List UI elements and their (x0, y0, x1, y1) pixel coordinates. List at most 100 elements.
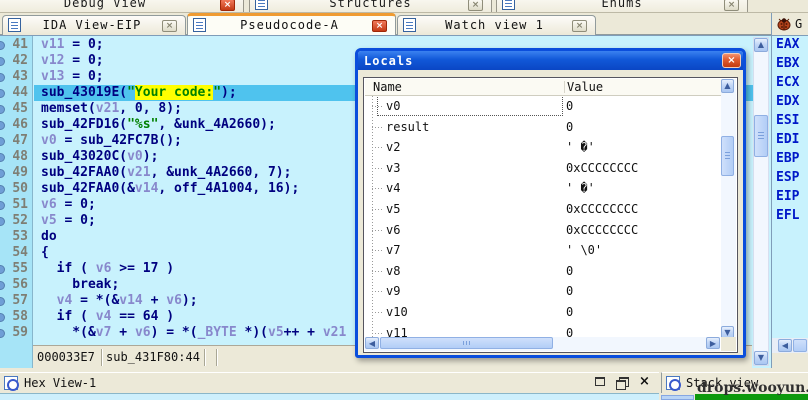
line-number: 41 (12, 37, 28, 52)
local-value: 0 (566, 99, 574, 113)
local-value: 0 (566, 120, 574, 134)
register-esp[interactable]: ESP (776, 169, 799, 187)
close-icon[interactable]: × (572, 20, 587, 32)
locals-row-v0[interactable]: v0 0 (365, 96, 720, 116)
code-token: , &unk_4A2660); (158, 117, 276, 132)
tab-ida-view-eip[interactable]: IDA View-EIP × (2, 15, 186, 35)
breakpoint-dot[interactable] (0, 313, 5, 322)
code-token: , 0, 8); (119, 101, 182, 116)
breakpoint-dot[interactable] (0, 169, 5, 178)
close-icon[interactable]: × (220, 0, 235, 11)
breakpoint-dot[interactable] (0, 41, 5, 50)
breakpoint-dot[interactable] (0, 89, 5, 98)
pseudocode-vscrollbar[interactable]: ▲ ▼ (753, 37, 769, 366)
scroll-right-arrow[interactable]: ▶ (706, 337, 720, 349)
register-esi[interactable]: ESI (776, 112, 799, 130)
column-divider[interactable] (564, 81, 565, 93)
breakpoint-dot[interactable] (0, 329, 5, 338)
code-token: ); (142, 149, 159, 164)
breakpoint-dot[interactable] (0, 105, 5, 114)
breakpoint-dot[interactable] (0, 265, 5, 274)
hex-view-icon (4, 376, 19, 391)
locals-row-v5[interactable]: v5 0xCCCCCCCC (365, 199, 720, 219)
breakpoint-dot[interactable] (0, 137, 5, 146)
stack-view-scrollbar-piece[interactable] (661, 395, 694, 400)
close-icon[interactable]: × (639, 375, 650, 388)
locals-row-result[interactable]: result 0 (365, 117, 720, 137)
locals-row-v7[interactable]: v7 ' \0' (365, 240, 720, 260)
gutter-row: 42 (0, 53, 33, 69)
close-icon[interactable]: × (162, 20, 177, 32)
code-token: v13 (41, 69, 65, 84)
scroll-left-arrow[interactable]: ◀ (365, 337, 379, 349)
general-registers-pane: G EAX EBX ECX EDX ESI EDI EBP ESP EIP EFL ◀ (771, 13, 808, 368)
line-number: 51 (12, 197, 28, 212)
register-ecx[interactable]: ECX (776, 74, 799, 92)
breakpoint-dot[interactable] (0, 121, 5, 130)
close-icon[interactable]: × (724, 0, 739, 11)
code-token: = sub_42FC7B(); (56, 133, 182, 148)
scroll-left-arrow[interactable]: ◀ (778, 339, 792, 352)
tree-stub (372, 271, 382, 272)
scrollbar-thumb[interactable] (793, 339, 807, 352)
scrollbar-thumb[interactable] (754, 115, 768, 157)
locals-row-v9[interactable]: v9 0 (365, 281, 720, 301)
locals-row-v8[interactable]: v8 0 (365, 261, 720, 281)
register-eax[interactable]: EAX (776, 36, 799, 54)
locals-vscrollbar[interactable]: ▲ ▼ (721, 79, 736, 340)
close-icon[interactable]: × (372, 20, 387, 32)
close-icon[interactable]: × (468, 0, 483, 11)
scroll-up-arrow[interactable]: ▲ (754, 38, 768, 52)
top-tab-structures[interactable]: Structures × (249, 0, 492, 12)
tree-stub (372, 250, 382, 251)
breakpoint-dot[interactable] (0, 185, 5, 194)
locals-row-v6[interactable]: v6 0xCCCCCCCC (365, 220, 720, 240)
scrollbar-thumb[interactable] (721, 136, 734, 176)
locals-row-v4[interactable]: v4 ' �' (365, 178, 720, 198)
locals-row-v3[interactable]: v3 0xCCCCCCCC (365, 158, 720, 178)
line-number: 58 (12, 309, 28, 324)
locals-row-v11[interactable]: v11 0 (365, 323, 720, 337)
breakpoint-dot[interactable] (0, 153, 5, 162)
top-tab-debug-view[interactable]: Debug View × (0, 0, 244, 12)
scrollbar-thumb[interactable] (380, 337, 553, 349)
register-ebx[interactable]: EBX (776, 55, 799, 73)
local-value: ' �' (566, 181, 595, 195)
restore-icon[interactable] (616, 376, 629, 390)
locals-row-v2[interactable]: v2 ' �' (365, 137, 720, 157)
hex-view-panel-header[interactable]: Hex View-1 (0, 372, 659, 393)
registers-hscrollbar[interactable]: ◀ (772, 338, 808, 353)
locals-row-v10[interactable]: v10 0 (365, 302, 720, 322)
column-header-name[interactable]: Name (373, 80, 402, 95)
register-efl[interactable]: EFL (776, 207, 799, 225)
column-header-value[interactable]: Value (567, 80, 603, 95)
code-token: == 64 ) (111, 309, 175, 324)
breakpoint-dot[interactable] (0, 57, 5, 66)
register-edi[interactable]: EDI (776, 131, 799, 149)
code-token: , off_4A1004, 16); (158, 181, 300, 196)
register-edx[interactable]: EDX (776, 93, 799, 111)
scroll-down-arrow[interactable]: ▼ (754, 351, 768, 365)
breakpoint-dot[interactable] (0, 217, 5, 226)
breakpoint-dot[interactable] (0, 73, 5, 82)
top-tab-enums[interactable]: Enums × (496, 0, 748, 12)
line-number: 43 (12, 69, 28, 84)
tab-pseudocode-a[interactable]: Pseudocode-A × (187, 13, 396, 35)
view-tab-bar: IDA View-EIP × Pseudocode-A × Watch view 1 × (0, 13, 771, 35)
tab-watch-view-1[interactable]: Watch view 1 × (397, 15, 596, 35)
breakpoint-dot[interactable] (0, 297, 5, 306)
register-ebp[interactable]: EBP (776, 150, 799, 168)
locals-dialog-titlebar[interactable]: Locals × (358, 51, 743, 70)
breakpoint-dot[interactable] (0, 201, 5, 210)
maximize-icon[interactable] (595, 377, 605, 386)
code-token: v6 (41, 197, 57, 212)
code-token: v14 (119, 293, 143, 308)
code-token: + (111, 325, 135, 340)
locals-hscrollbar[interactable]: ◀ ▶ (365, 337, 720, 351)
close-icon[interactable]: × (722, 53, 741, 68)
register-eip[interactable]: EIP (776, 188, 799, 206)
breakpoint-dot[interactable] (0, 281, 5, 290)
scroll-up-arrow[interactable]: ▲ (721, 79, 734, 93)
line-number: 59 (12, 325, 28, 340)
tree-stub (372, 168, 382, 169)
